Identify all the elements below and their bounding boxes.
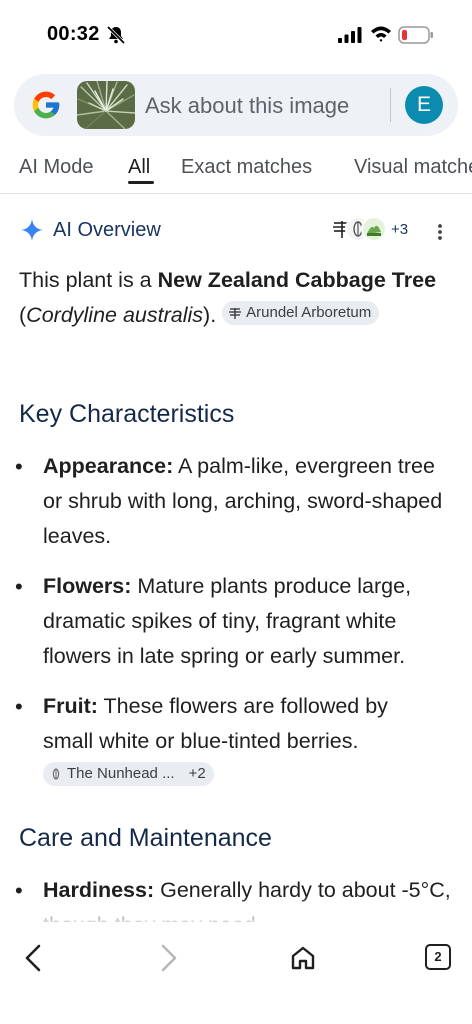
signal-icon: [338, 27, 362, 43]
bullet-dot: •: [15, 574, 23, 599]
list-item-appearance: Appearance: A palm-like, evergreen tree …: [43, 454, 443, 548]
list-item-fruit: Fruit: These flowers are followed by sma…: [43, 689, 443, 794]
scientific-name: Cordyline australis: [26, 303, 204, 327]
list-item-flowers: Flowers: Mature plants produce large, dr…: [43, 574, 412, 668]
bottom-toolbar: 2: [0, 922, 472, 1024]
bullet-dot: •: [15, 694, 23, 719]
source-chip-nunhead[interactable]: The Nunhead ... +2: [43, 762, 214, 786]
tab-all[interactable]: All: [128, 156, 150, 179]
query-image-thumbnail[interactable]: [77, 81, 135, 129]
ai-overview-title: AI Overview: [53, 219, 161, 241]
home-icon[interactable]: [289, 944, 317, 972]
source-favicons[interactable]: [329, 216, 389, 244]
bell-off-icon: [106, 25, 126, 45]
wifi-icon: [371, 26, 391, 42]
overview-intro: This plant is a New Zealand Cabbage Tree…: [19, 268, 437, 327]
tab-visual-matches[interactable]: Visual matches: [354, 156, 472, 179]
account-avatar[interactable]: E: [405, 86, 443, 124]
plant-name: New Zealand Cabbage Tree: [157, 268, 437, 292]
arboretum-tree-icon: [229, 308, 242, 319]
search-input[interactable]: Ask about this image: [145, 93, 349, 119]
tabs-icon[interactable]: 2: [425, 944, 451, 970]
status-time: 00:32: [47, 23, 100, 45]
section-heading-care-maintenance: Care and Maintenance: [19, 824, 272, 852]
status-bar: 00:32: [0, 0, 472, 62]
source-chip-arundel[interactable]: Arundel Arboretum: [222, 301, 380, 325]
more-options-icon[interactable]: [434, 220, 446, 242]
bullet-dot: •: [15, 454, 23, 479]
sparkle-icon: [21, 219, 43, 241]
section-heading-key-characteristics: Key Characteristics: [19, 400, 235, 428]
tab-ai-mode[interactable]: AI Mode: [19, 156, 93, 179]
search-bar[interactable]: Ask about this image E: [14, 74, 458, 136]
ai-overview-header: AI Overview +3: [20, 216, 460, 244]
source-count[interactable]: +3: [391, 221, 408, 238]
tab-exact-matches[interactable]: Exact matches: [181, 156, 312, 179]
battery-low-icon: [398, 26, 433, 44]
search-tabs: AI Mode All Exact matches Visual matches: [0, 146, 472, 194]
back-icon[interactable]: [22, 944, 46, 972]
active-tab-indicator: [128, 181, 154, 184]
search-divider: [390, 88, 391, 122]
nunhead-leaf-icon: [52, 768, 60, 780]
forward-icon[interactable]: [156, 944, 180, 972]
google-g-icon: [32, 91, 60, 119]
garden-source-icon: [361, 216, 387, 242]
